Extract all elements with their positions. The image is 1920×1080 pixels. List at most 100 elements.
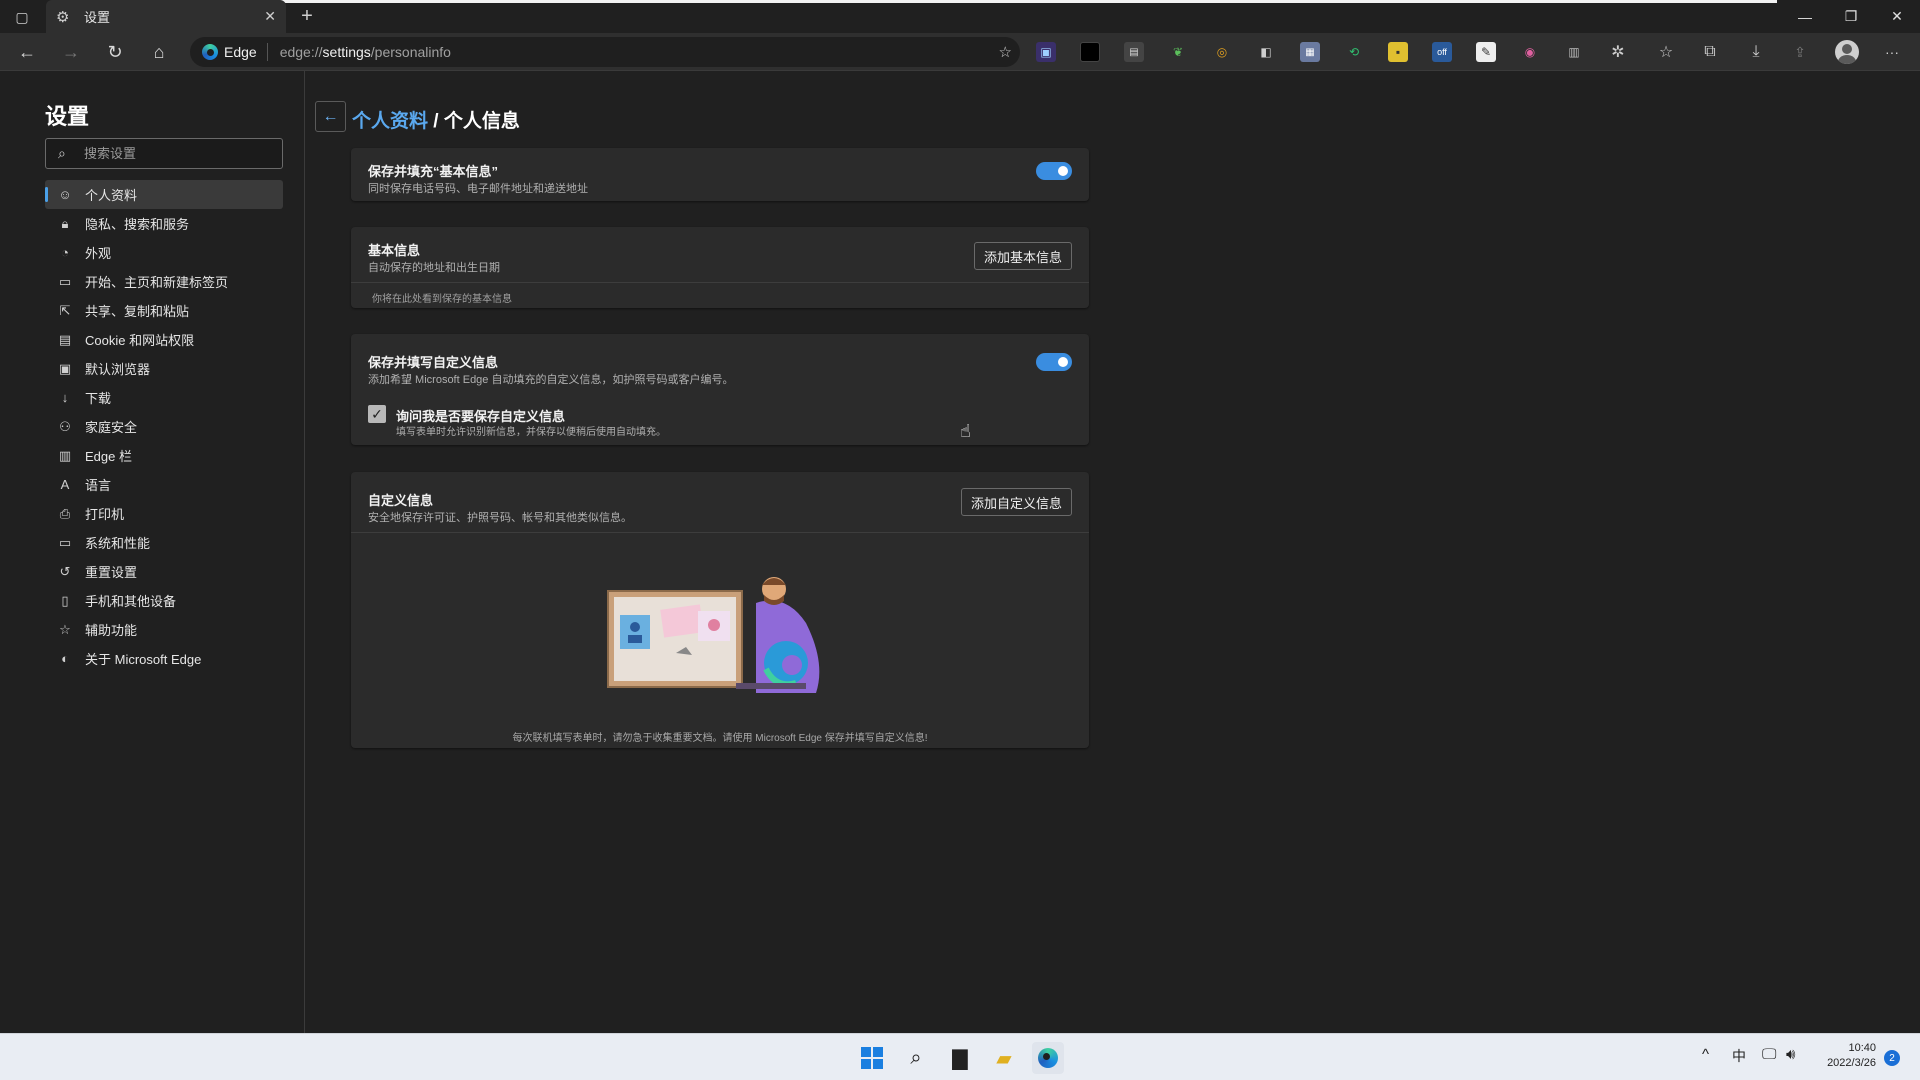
custom-info-card: 自定义信息 安全地保存许可证、护照号码、帐号和其他类似信息。 添加自定义信息 每… [351, 472, 1089, 748]
url-prefix: edge:// [279, 44, 323, 60]
sidebar-item-label: 默认浏览器 [85, 362, 151, 377]
new-tab-button[interactable]: + [294, 3, 320, 29]
sidebar-item-label: 下载 [85, 391, 112, 406]
sidebar-item-language[interactable]: A 语言 [45, 470, 283, 499]
extension-black-icon[interactable] [1080, 42, 1100, 62]
custom-info-illustration [607, 577, 820, 693]
sidebar-item-label: 重置设置 [85, 565, 138, 580]
site-permissions-icon: ▤ [58, 331, 72, 347]
title-bar: ▢ ⚙ 设置 ✕ + — ❐ ✕ [0, 0, 1920, 33]
refresh-icon[interactable]: ↻ [100, 38, 130, 66]
settings-sidebar: 设置 ⌕ ☺ 个人资料 🔒︎ 隐私、搜索和服务 ◔ 外观 ▭ 开始、主页和新建标签页 ⇱… [0, 71, 305, 1033]
sidebar-item-accessibility[interactable]: ☆ 辅助功能 [45, 615, 283, 644]
extension-ring-icon[interactable]: ◎ [1212, 42, 1232, 62]
sidebar-item-about[interactable]: ◐ 关于 Microsoft Edge [45, 644, 283, 673]
tab-actions-icon[interactable]: ▢ [8, 5, 36, 29]
url-text[interactable]: edge://settings/personalinfo [280, 44, 451, 60]
download-icon: ↓ [61, 390, 69, 405]
sidebar-item-start-home[interactable]: ▭ 开始、主页和新建标签页 [45, 267, 283, 296]
sidebar-item-family[interactable]: ⚇ 家庭安全 [45, 412, 283, 441]
extension-grammar-icon[interactable]: ✎ [1476, 42, 1496, 62]
sidebar-item-default-browser[interactable]: ▣ 默认浏览器 [45, 354, 283, 383]
task-view-icon[interactable]: ▇ [944, 1042, 976, 1074]
show-hidden-icons-icon[interactable]: ^ [1702, 1046, 1709, 1063]
extension-off-icon[interactable]: off [1432, 42, 1452, 62]
extensions-puzzle-icon[interactable]: ✲ [1608, 42, 1628, 62]
back-icon[interactable]: ← [12, 38, 42, 66]
sidebar-item-privacy[interactable]: 🔒︎ 隐私、搜索和服务 [45, 209, 283, 238]
ask-save-description: 填写表单时允许识别新信息，并保存以便稍后使用自动填充。 [396, 427, 666, 438]
tab-title: 设置 [84, 10, 111, 25]
extension-pink-icon[interactable]: ◉ [1520, 42, 1540, 62]
sidebar-item-label: 开始、主页和新建标签页 [85, 275, 229, 290]
default-browser-icon: ▣ [58, 360, 72, 376]
sidebar-item-label: 共享、复制和粘贴 [85, 304, 190, 319]
ask-save-checkbox[interactable]: ✓ [368, 405, 386, 423]
volume-icon[interactable]: 🔊︎ [1786, 1046, 1795, 1063]
restore-button[interactable]: ❐ [1828, 0, 1874, 33]
sidebar-item-reset[interactable]: ↺ 重置设置 [45, 557, 283, 586]
save-basic-subtitle: 同时保存电话号码、电子邮件地址和递送地址 [368, 183, 588, 195]
reset-icon: ↺ [59, 563, 71, 579]
add-basic-info-button[interactable]: 添加基本信息 [973, 242, 1072, 270]
settings-search[interactable]: ⌕ [45, 138, 283, 169]
favorites-icon[interactable]: ☆ [1656, 42, 1676, 62]
close-tab-icon[interactable]: ✕ [264, 8, 276, 25]
sidebar-item-phone[interactable]: ▯ 手机和其他设备 [45, 586, 283, 615]
extension-leaf-icon[interactable]: ❦ [1168, 42, 1188, 62]
collections-icon[interactable]: ⧉ [1700, 42, 1720, 62]
sidebar-item-downloads[interactable]: ↓ 下载 [45, 383, 283, 412]
sidebar-item-label: 语言 [85, 478, 112, 493]
sidebar-item-printer[interactable]: ⎙ 打印机 [45, 499, 283, 528]
add-favorite-icon[interactable]: ☆ [999, 43, 1012, 61]
close-window-button[interactable]: ✕ [1874, 0, 1920, 33]
search-icon: ⌕ [58, 145, 66, 161]
sidebar-item-system[interactable]: ▭ 系统和性能 [45, 528, 283, 557]
search-input[interactable] [84, 146, 264, 161]
network-icon[interactable]: 🖵︎ [1762, 1046, 1776, 1063]
sidebar-item-label: 手机和其他设备 [85, 594, 177, 609]
save-custom-title: 保存并填写自定义信息 [368, 355, 499, 370]
extension-screenshot-icon[interactable]: ▤ [1124, 42, 1144, 62]
taskbar-clock[interactable]: 10:40 2022/3/26 [1820, 1041, 1876, 1071]
add-custom-info-button[interactable]: 添加自定义信息 [960, 488, 1072, 516]
back-button[interactable]: ← [315, 101, 346, 132]
home-page-icon: ▭ [58, 273, 72, 289]
clock-time: 10:40 [1848, 1042, 1876, 1054]
accessibility-icon: ☆ [59, 621, 71, 637]
minimize-button[interactable]: — [1782, 0, 1828, 33]
taskbar-edge-icon[interactable] [1032, 1042, 1064, 1074]
sidebar-item-edge-bar[interactable]: ▥ Edge 栏 [45, 441, 283, 470]
taskbar-search-icon[interactable]: ⌕ [900, 1042, 932, 1074]
url-path: /personalinfo [370, 44, 451, 60]
breadcrumb: 个人资料 / 个人信息 [352, 106, 520, 133]
sidebar-item-cookies[interactable]: ▤ Cookie 和网站权限 [45, 325, 283, 354]
more-options-icon[interactable]: ··· [1882, 42, 1902, 62]
extension-sync-icon[interactable]: ⟲ [1344, 42, 1364, 62]
downloads-icon[interactable]: ⤓ [1746, 42, 1766, 62]
sidebar-item-label: 外观 [85, 246, 112, 261]
profile-avatar[interactable] [1835, 40, 1859, 64]
extension-translate-icon[interactable]: ▣ [1036, 42, 1056, 62]
window-controls: — ❐ ✕ [1782, 0, 1920, 33]
sidebar-item-share[interactable]: ⇱ 共享、复制和粘贴 [45, 296, 283, 325]
sidebar-item-appearance[interactable]: ◔ 外观 [45, 238, 283, 267]
sidebar-item-profile[interactable]: ☺ 个人资料 [45, 180, 283, 209]
extension-calendar-icon[interactable]: ▦ [1300, 42, 1320, 62]
tab-settings[interactable]: ⚙ 设置 ✕ [46, 0, 286, 33]
notification-badge[interactable]: 2 [1884, 1050, 1900, 1066]
extension-note-icon[interactable]: ▪ [1388, 42, 1408, 62]
file-explorer-icon[interactable]: ▰ [988, 1042, 1020, 1074]
save-basic-toggle[interactable] [1036, 162, 1072, 180]
share-icon[interactable]: ⇪ [1790, 42, 1810, 62]
ime-indicator[interactable]: 中 [1732, 1046, 1746, 1066]
address-bar[interactable]: Edge edge://settings/personalinfo ☆ [190, 37, 1020, 67]
extension-book-icon[interactable]: ◧ [1256, 42, 1276, 62]
windows-start-icon[interactable] [856, 1042, 888, 1074]
settings-main: ← 个人资料 / 个人信息 保存并填充“基本信息” 同时保存电话号码、电子邮件地… [306, 71, 1920, 1033]
forward-icon[interactable]: → [56, 38, 86, 66]
home-icon[interactable]: ⌂ [144, 38, 174, 66]
save-custom-toggle[interactable] [1036, 353, 1072, 371]
breadcrumb-parent-link[interactable]: 个人资料 [352, 111, 428, 132]
extension-reader-icon[interactable]: ▥ [1564, 42, 1584, 62]
